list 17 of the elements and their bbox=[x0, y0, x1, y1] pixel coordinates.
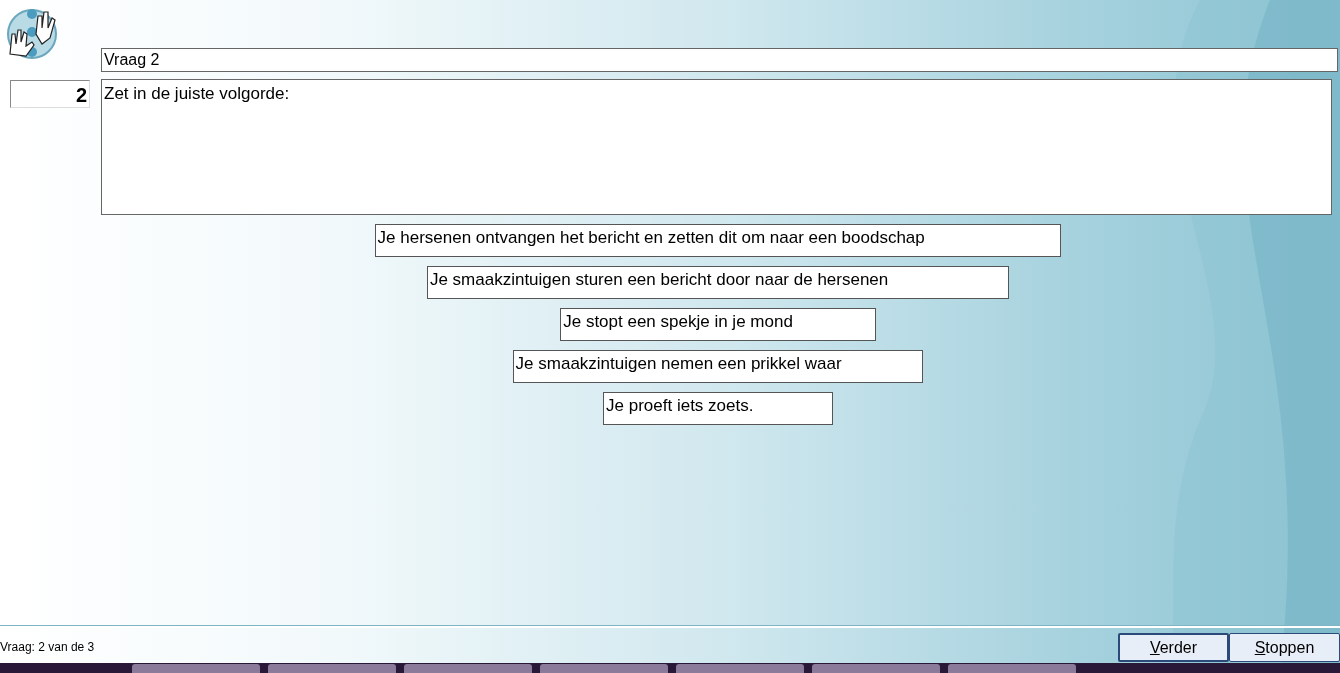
taskbar-button[interactable] bbox=[132, 664, 260, 673]
action-button[interactable]: Verder bbox=[1118, 633, 1229, 662]
draggable-answer-item[interactable]: Je smaakzintuigen sturen een bericht door naar de hersenen bbox=[426, 266, 1010, 299]
taskbar-button[interactable] bbox=[948, 664, 1076, 673]
taskbar-button[interactable] bbox=[268, 664, 396, 673]
taskbar-button[interactable] bbox=[404, 664, 532, 673]
taskbar-button[interactable] bbox=[540, 664, 668, 673]
draggable-answer-item[interactable]: Je smaakzintuigen nemen een prikkel waar bbox=[512, 350, 924, 383]
draggable-answer-item[interactable]: Je proeft iets zoets. bbox=[603, 392, 833, 425]
question-title-field: Vraag 2 bbox=[101, 48, 1338, 72]
taskbar-button[interactable] bbox=[676, 664, 804, 673]
question-number-field: 2 bbox=[10, 80, 90, 108]
draggable-answer-item[interactable]: Je hersenen ontvangen het bericht en zetten dit om naar een boodschap bbox=[374, 224, 1062, 257]
status-text: Vraag: 2 van de 3 bbox=[0, 640, 95, 654]
draggable-answer-item[interactable]: Je stopt een spekje in je mond bbox=[560, 308, 876, 341]
taskbar-button[interactable] bbox=[812, 664, 940, 673]
action-button[interactable]: Stoppen bbox=[1229, 633, 1340, 662]
